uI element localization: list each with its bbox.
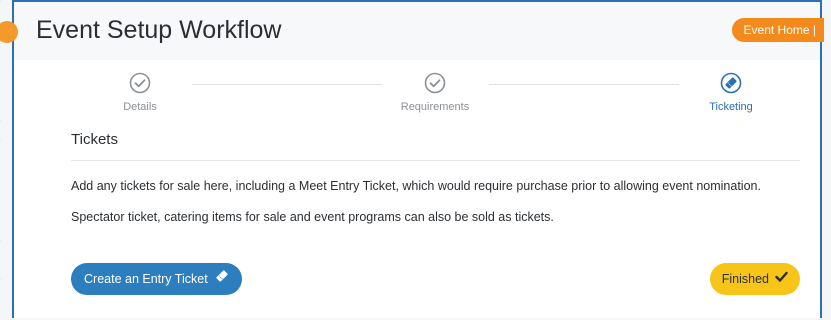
window-header: Event Setup Workflow Event Home | xyxy=(0,2,824,60)
step-details[interactable]: Details xyxy=(80,72,200,113)
step-label: Ticketing xyxy=(709,101,753,113)
check-circle-icon xyxy=(129,72,151,94)
workflow-stepper: Details Requirements Ticketing xyxy=(14,72,820,118)
step-connector xyxy=(489,84,679,85)
event-home-button[interactable]: Event Home | xyxy=(731,18,824,42)
create-entry-ticket-button[interactable]: Create an Entry Ticket xyxy=(71,263,242,295)
description-paragraph: Add any tickets for sale here, including… xyxy=(71,179,761,193)
page-title: Event Setup Workflow xyxy=(36,16,282,44)
ticket-circle-icon xyxy=(720,72,742,94)
step-ticketing[interactable]: Ticketing xyxy=(671,72,791,113)
description-paragraph: Spectator ticket, catering items for sal… xyxy=(71,210,554,224)
step-requirements[interactable]: Requirements xyxy=(375,72,495,113)
check-circle-icon xyxy=(424,72,446,94)
step-label: Requirements xyxy=(400,101,470,113)
check-icon xyxy=(775,263,788,295)
step-connector xyxy=(192,84,382,85)
step-label: Details xyxy=(123,101,157,113)
finished-button[interactable]: Finished xyxy=(709,263,800,295)
button-label: Finished xyxy=(721,272,769,286)
button-label: Create an Entry Ticket xyxy=(84,272,208,286)
ticket-icon xyxy=(215,263,229,295)
orange-dot-icon xyxy=(0,21,18,43)
workflow-window: Event Setup Workflow Event Home | Detail… xyxy=(0,0,824,318)
divider xyxy=(71,160,800,161)
section-title: Tickets xyxy=(71,131,118,148)
